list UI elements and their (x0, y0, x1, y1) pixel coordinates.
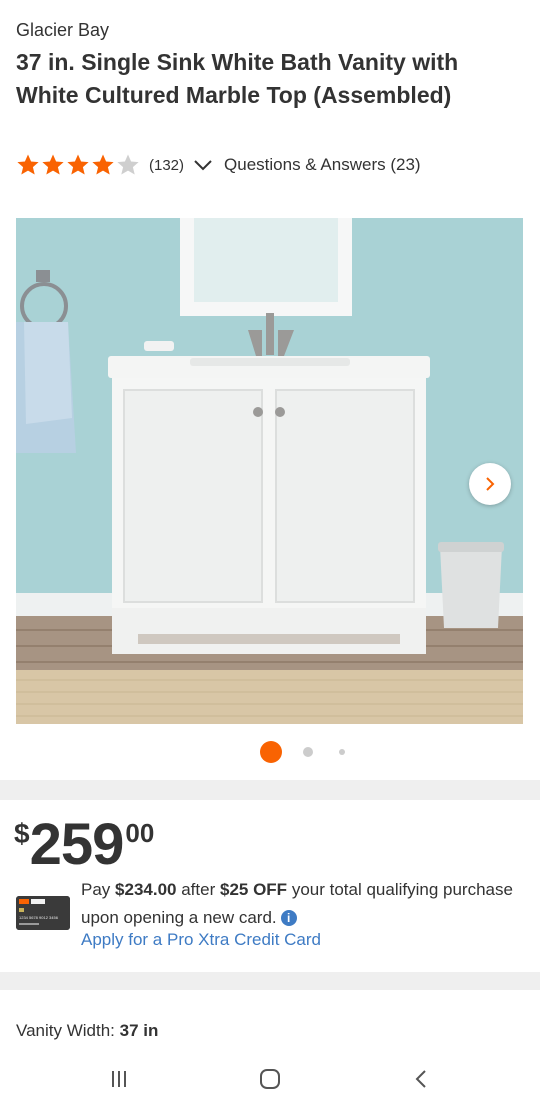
next-image-button[interactable] (469, 463, 511, 505)
star-empty-icon (117, 154, 139, 175)
questions-answers-link[interactable]: Questions & Answers (23) (224, 155, 421, 175)
credit-card-promo: Pay $234.00 after $25 OFF your total qua… (81, 876, 521, 932)
recent-apps-button[interactable] (104, 1064, 134, 1094)
price-cents: 00 (125, 818, 155, 848)
star-icon (17, 154, 39, 175)
product-header-card: Glacier Bay 37 in. Single Sink White Bat… (0, 0, 540, 780)
chevron-down-icon[interactable] (192, 154, 214, 176)
price: $ 259 00 (14, 814, 154, 876)
rating-row: (132) Questions & Answers (23) (16, 153, 421, 177)
vanity-width-label: Vanity Width: (16, 1021, 115, 1040)
credit-card-image: 1234 5678 9012 3456 (16, 896, 70, 930)
home-button[interactable] (255, 1064, 285, 1094)
system-navigation-bar (0, 1050, 540, 1108)
pagination-dot-active[interactable] (260, 741, 282, 763)
price-dollars: 259 (29, 812, 125, 877)
review-count[interactable]: (132) (149, 157, 184, 174)
bathroom-vanity-photo (16, 218, 523, 724)
star-icon (67, 154, 89, 175)
brand-link[interactable]: Glacier Bay (16, 20, 109, 41)
price-currency: $ (14, 818, 30, 849)
card-number: 1234 5678 9012 3456 (19, 915, 59, 920)
product-title: 37 in. Single Sink White Bath Vanity wit… (16, 49, 459, 108)
vanity-width-value: 37 in (119, 1021, 159, 1040)
star-icon (92, 154, 114, 175)
pagination-dot[interactable] (339, 749, 345, 755)
vanity-width-row: Vanity Width: 37 in (16, 1021, 158, 1041)
info-icon[interactable]: i (280, 910, 297, 926)
home-icon (260, 1069, 280, 1089)
promo-pay-prefix: Pay (81, 880, 111, 899)
product-image[interactable] (16, 218, 523, 724)
pagination-dot[interactable] (303, 747, 313, 757)
rating-stars[interactable] (16, 153, 141, 177)
chevron-right-icon (486, 477, 495, 491)
promo-pay-amount: $234.00 (115, 880, 177, 899)
gallery-pagination (0, 740, 540, 764)
star-icon (42, 154, 64, 175)
apply-credit-card-link[interactable]: Apply for a Pro Xtra Credit Card (81, 930, 321, 950)
back-button[interactable] (407, 1064, 437, 1094)
back-icon (415, 1070, 426, 1088)
promo-after-text: after (181, 880, 216, 899)
promo-discount: $25 OFF (219, 880, 288, 899)
recent-apps-icon (112, 1071, 126, 1087)
